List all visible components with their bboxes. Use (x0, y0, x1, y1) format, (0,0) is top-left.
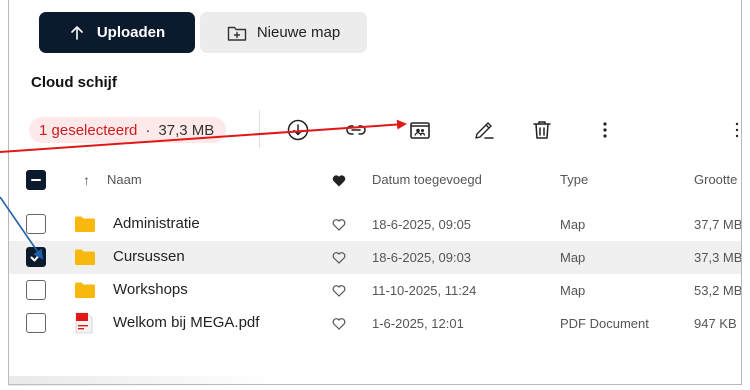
date-added: 11-10-2025, 11:24 (372, 283, 477, 298)
file-name[interactable]: Workshops (113, 281, 188, 298)
page-title: Cloud schijf (31, 74, 117, 91)
file-name[interactable]: Welkom bij MEGA.pdf (113, 314, 259, 331)
file-type: Map (560, 283, 586, 298)
new-folder-label: Nieuwe map (256, 24, 341, 41)
favourite-icon[interactable] (332, 284, 346, 297)
select-all-checkbox[interactable] (26, 170, 46, 190)
toolbar-divider (259, 110, 260, 148)
file-type: Map (560, 250, 586, 265)
share-folder-icon[interactable] (406, 116, 434, 144)
selection-size: 37,3 MB (158, 121, 215, 139)
column-date-added[interactable]: Datum toegevoegd (372, 172, 482, 187)
file-browser: Uploaden Nieuwe map Cloud schijf 1 gesel… (8, 0, 742, 385)
link-icon[interactable] (342, 116, 370, 144)
download-icon[interactable] (284, 116, 312, 144)
trash-icon[interactable] (528, 116, 556, 144)
column-size[interactable]: Grootte (694, 172, 737, 187)
selection-count: 1 geselecteerd (39, 121, 138, 139)
checkmark-icon (30, 252, 42, 262)
table-row[interactable]: Welkom bij MEGA.pdf 1-6-2025, 12:01 PDF … (9, 307, 741, 340)
date-added: 18-6-2025, 09:05 (372, 217, 472, 232)
minus-icon (31, 179, 41, 181)
column-name[interactable]: Naam (107, 172, 142, 187)
selection-badge: 1 geselecteerd · 37,3 MB (29, 117, 227, 143)
file-name[interactable]: Administratie (113, 215, 200, 232)
bottom-shadow (8, 376, 278, 386)
column-type[interactable]: Type (560, 172, 588, 187)
table-row[interactable]: Administratie 18-6-2025, 09:05 Map 37,7 … (9, 208, 742, 241)
table-row[interactable]: Cursussen 18-6-2025, 09:03 Map 37,3 MB (9, 241, 742, 274)
favourite-header-icon[interactable] (332, 174, 346, 187)
arrow-up-icon (71, 25, 83, 40)
date-added: 1-6-2025, 12:01 (372, 316, 464, 331)
file-name[interactable]: Cursussen (113, 248, 185, 265)
row-checkbox[interactable] (26, 313, 46, 333)
table-row[interactable]: Workshops 11-10-2025, 11:24 Map 53,2 MB (9, 274, 742, 307)
folder-icon (75, 282, 95, 298)
favourite-icon[interactable] (332, 251, 346, 264)
file-size: 37,7 MB (694, 217, 742, 232)
upload-button[interactable]: Uploaden (39, 12, 195, 53)
row-checkbox[interactable] (26, 280, 46, 300)
date-added: 18-6-2025, 09:03 (372, 250, 472, 265)
file-size: 947 KB (694, 316, 737, 331)
new-folder-button[interactable]: Nieuwe map (200, 12, 367, 53)
selection-separator: · (145, 121, 151, 139)
rename-icon[interactable] (470, 116, 498, 144)
file-size: 53,2 MB (694, 283, 742, 298)
more-icon[interactable] (591, 116, 619, 144)
folder-plus-icon (227, 26, 247, 41)
file-type: Map (560, 217, 586, 232)
favourite-icon[interactable] (332, 317, 346, 330)
folder-icon (75, 249, 95, 265)
favourite-icon[interactable] (332, 218, 346, 231)
row-checkbox[interactable] (26, 214, 46, 234)
table-header: ↑ Naam Datum toegevoegd Type Grootte (9, 163, 741, 199)
folder-icon (75, 216, 95, 232)
list-view-icon[interactable] (731, 116, 741, 144)
file-type: PDF Document (560, 316, 649, 331)
row-checkbox[interactable] (26, 247, 46, 267)
file-size: 37,3 MB (694, 250, 742, 265)
pdf-icon (75, 312, 93, 334)
sort-arrow-icon[interactable]: ↑ (83, 172, 90, 188)
upload-label: Uploaden (96, 24, 166, 41)
